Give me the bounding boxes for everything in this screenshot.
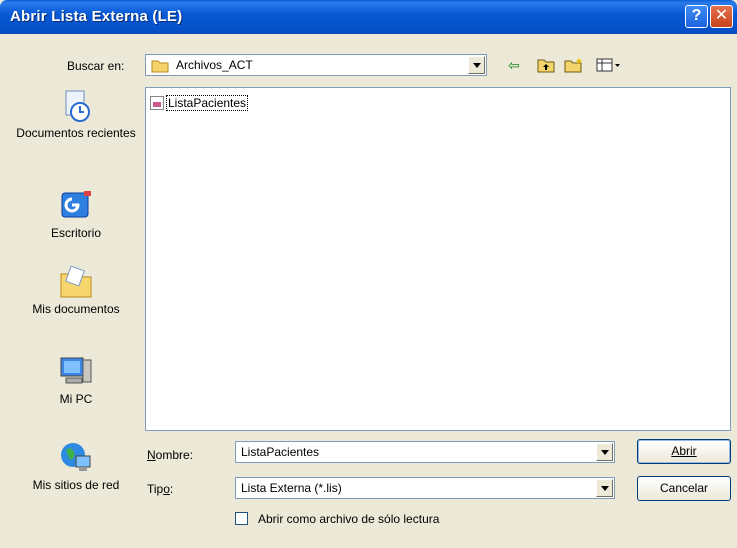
file-name: ListaPacientes	[166, 95, 249, 111]
place-my-documents[interactable]: Mis documentos	[14, 264, 138, 317]
view-menu-icon[interactable]	[596, 57, 622, 76]
cancel-button[interactable]: Cancelar	[637, 476, 731, 501]
file-list[interactable]: ListaPacientes	[145, 87, 731, 431]
open-button[interactable]: Abrir	[637, 439, 731, 464]
place-label: Documentos recientes	[16, 126, 136, 140]
my-computer-icon	[58, 354, 94, 390]
up-folder-icon[interactable]	[537, 57, 555, 76]
help-button[interactable]: ?	[685, 5, 708, 28]
recent-documents-icon	[58, 88, 94, 124]
list-item[interactable]: ListaPacientes	[150, 95, 249, 111]
lookin-dropdown[interactable]: Archivos_ACT	[145, 54, 487, 76]
place-recent-documents[interactable]: Documentos recientes	[14, 88, 138, 141]
place-label: Mi PC	[59, 392, 93, 406]
filetype-value: Lista Externa (*.lis)	[241, 481, 342, 495]
chevron-down-icon[interactable]	[596, 443, 613, 461]
filename-label: Nombre:	[147, 448, 194, 462]
filename-value: ListaPacientes	[241, 445, 320, 459]
place-label: Escritorio	[50, 226, 101, 240]
file-icon	[150, 96, 164, 110]
place-label: Mis documentos	[32, 302, 120, 316]
chevron-down-icon[interactable]	[468, 56, 485, 74]
network-places-icon	[58, 440, 94, 476]
filetype-label: Tipo:	[147, 482, 174, 496]
place-network[interactable]: Mis sitios de red	[14, 440, 138, 493]
title-bar[interactable]: Abrir Lista Externa (LE) ? ✕	[0, 0, 737, 34]
chevron-down-icon[interactable]	[596, 479, 613, 497]
lookin-label: Buscar en:	[67, 59, 125, 73]
desktop-icon	[58, 188, 94, 224]
back-icon[interactable]: ⇦	[508, 57, 520, 74]
filetype-dropdown[interactable]: Lista Externa (*.lis)	[235, 477, 615, 499]
place-my-computer[interactable]: Mi PC	[14, 354, 138, 407]
folder-icon	[151, 58, 169, 76]
place-label: Mis sitios de red	[32, 478, 120, 492]
cancel-button-label: Cancelar	[659, 481, 709, 495]
my-documents-icon	[58, 264, 94, 300]
open-button-label: Abrir	[671, 444, 697, 458]
close-button[interactable]: ✕	[710, 5, 733, 28]
new-folder-icon[interactable]	[564, 57, 584, 76]
lookin-value: Archivos_ACT	[176, 58, 253, 72]
readonly-label[interactable]: Abrir como archivo de sólo lectura	[258, 512, 439, 526]
filename-field[interactable]: ListaPacientes	[235, 441, 615, 463]
window-title: Abrir Lista Externa (LE)	[10, 8, 183, 25]
open-dialog: Abrir Lista Externa (LE) ? ✕ Buscar en: …	[0, 0, 737, 548]
readonly-checkbox[interactable]	[235, 512, 248, 525]
place-desktop[interactable]: Escritorio	[14, 188, 138, 241]
